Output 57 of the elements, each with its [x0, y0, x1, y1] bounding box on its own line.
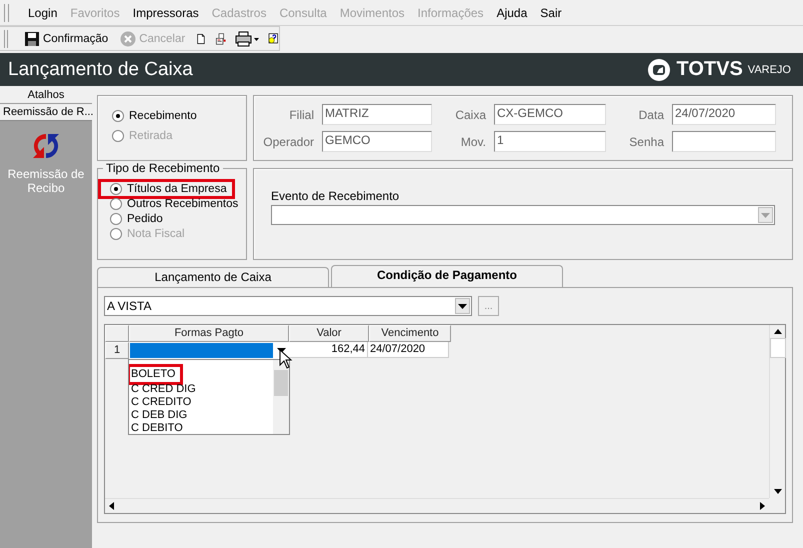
menu-item[interactable]: Ajuda: [496, 6, 528, 20]
table-cell: 162,44: [289, 342, 368, 358]
sidebar-header[interactable]: Atalhos: [0, 86, 92, 104]
brand-name: TOTVS: [676, 58, 743, 81]
dropdown-option[interactable]: C DEBITO: [131, 422, 273, 434]
input-field[interactable]: CX-GEMCO: [494, 104, 606, 125]
caret-icon: [761, 212, 770, 218]
field-label: Filial: [288, 108, 314, 122]
dropdown-option[interactable]: C DEB DIG: [131, 409, 273, 422]
field-label: Data: [638, 108, 664, 122]
field-label: Evento de Recebimento: [271, 189, 400, 203]
menu-item[interactable]: Login: [28, 6, 58, 20]
dropdown-option[interactable]: C CREDITO: [131, 396, 273, 409]
brand-logo-icon: [647, 58, 672, 82]
printer-icon[interactable]: [235, 30, 260, 46]
field-label: Mov.: [460, 134, 486, 148]
vertical-scrollbar[interactable]: [769, 325, 785, 498]
header-cell: [105, 325, 129, 342]
radio-option[interactable]: Recebimento: [112, 110, 197, 122]
scroll-up-icon[interactable]: [774, 329, 782, 334]
scroll-thumb[interactable]: [770, 338, 786, 358]
scrollbar[interactable]: [273, 360, 289, 434]
sidebar-tab[interactable]: Reemissão de R...: [0, 104, 92, 121]
save-button[interactable]: Confirmação: [22, 30, 110, 46]
refresh-arrows-icon[interactable]: [31, 131, 61, 161]
input-field[interactable]: 1: [494, 131, 606, 152]
scroll-down-icon[interactable]: [774, 489, 782, 494]
input-field[interactable]: [672, 131, 776, 152]
group-title: Tipo de Recebimento: [103, 161, 223, 175]
scroll-left-icon[interactable]: [109, 502, 114, 510]
input-field[interactable]: 24/07/2020: [672, 104, 776, 125]
row-number: 1: [105, 342, 129, 359]
input-field[interactable]: MATRIZ: [322, 104, 432, 125]
input-field[interactable]: GEMCO: [322, 131, 432, 152]
close-icon: [120, 30, 136, 46]
menu-item[interactable]: Sair: [540, 6, 562, 20]
tab[interactable]: Lançamento de Caixa: [97, 267, 329, 287]
event-dropdown[interactable]: [271, 205, 775, 225]
table-cell: 24/07/2020: [368, 342, 449, 358]
radio-option[interactable]: Pedido: [110, 213, 163, 225]
dropdown-option[interactable]: C CRED DIG: [131, 383, 273, 396]
field-label: Caixa: [454, 108, 486, 122]
column-header[interactable]: Vencimento: [369, 325, 451, 342]
payment-condition-dropdown[interactable]: A VISTA: [104, 296, 472, 316]
menu-item[interactable]: Impressoras: [132, 6, 199, 20]
horizontal-scrollbar[interactable]: [105, 498, 769, 513]
column-header[interactable]: Formas Pagto: [129, 325, 289, 342]
payment-method-cell[interactable]: [129, 342, 289, 359]
caret-icon: [458, 304, 467, 308]
window-title: Lançamento de Caixa: [8, 58, 193, 80]
scroll-right-icon[interactable]: [760, 502, 765, 510]
field-label: Senha: [628, 134, 664, 148]
field-label: Operador: [262, 134, 314, 148]
brand-suffix: VAREJO: [748, 64, 791, 76]
column-header[interactable]: Valor: [289, 325, 369, 342]
tab[interactable]: Condição de Pagamento: [331, 265, 563, 287]
radio-option[interactable]: Outros Recebimentos: [110, 198, 238, 210]
